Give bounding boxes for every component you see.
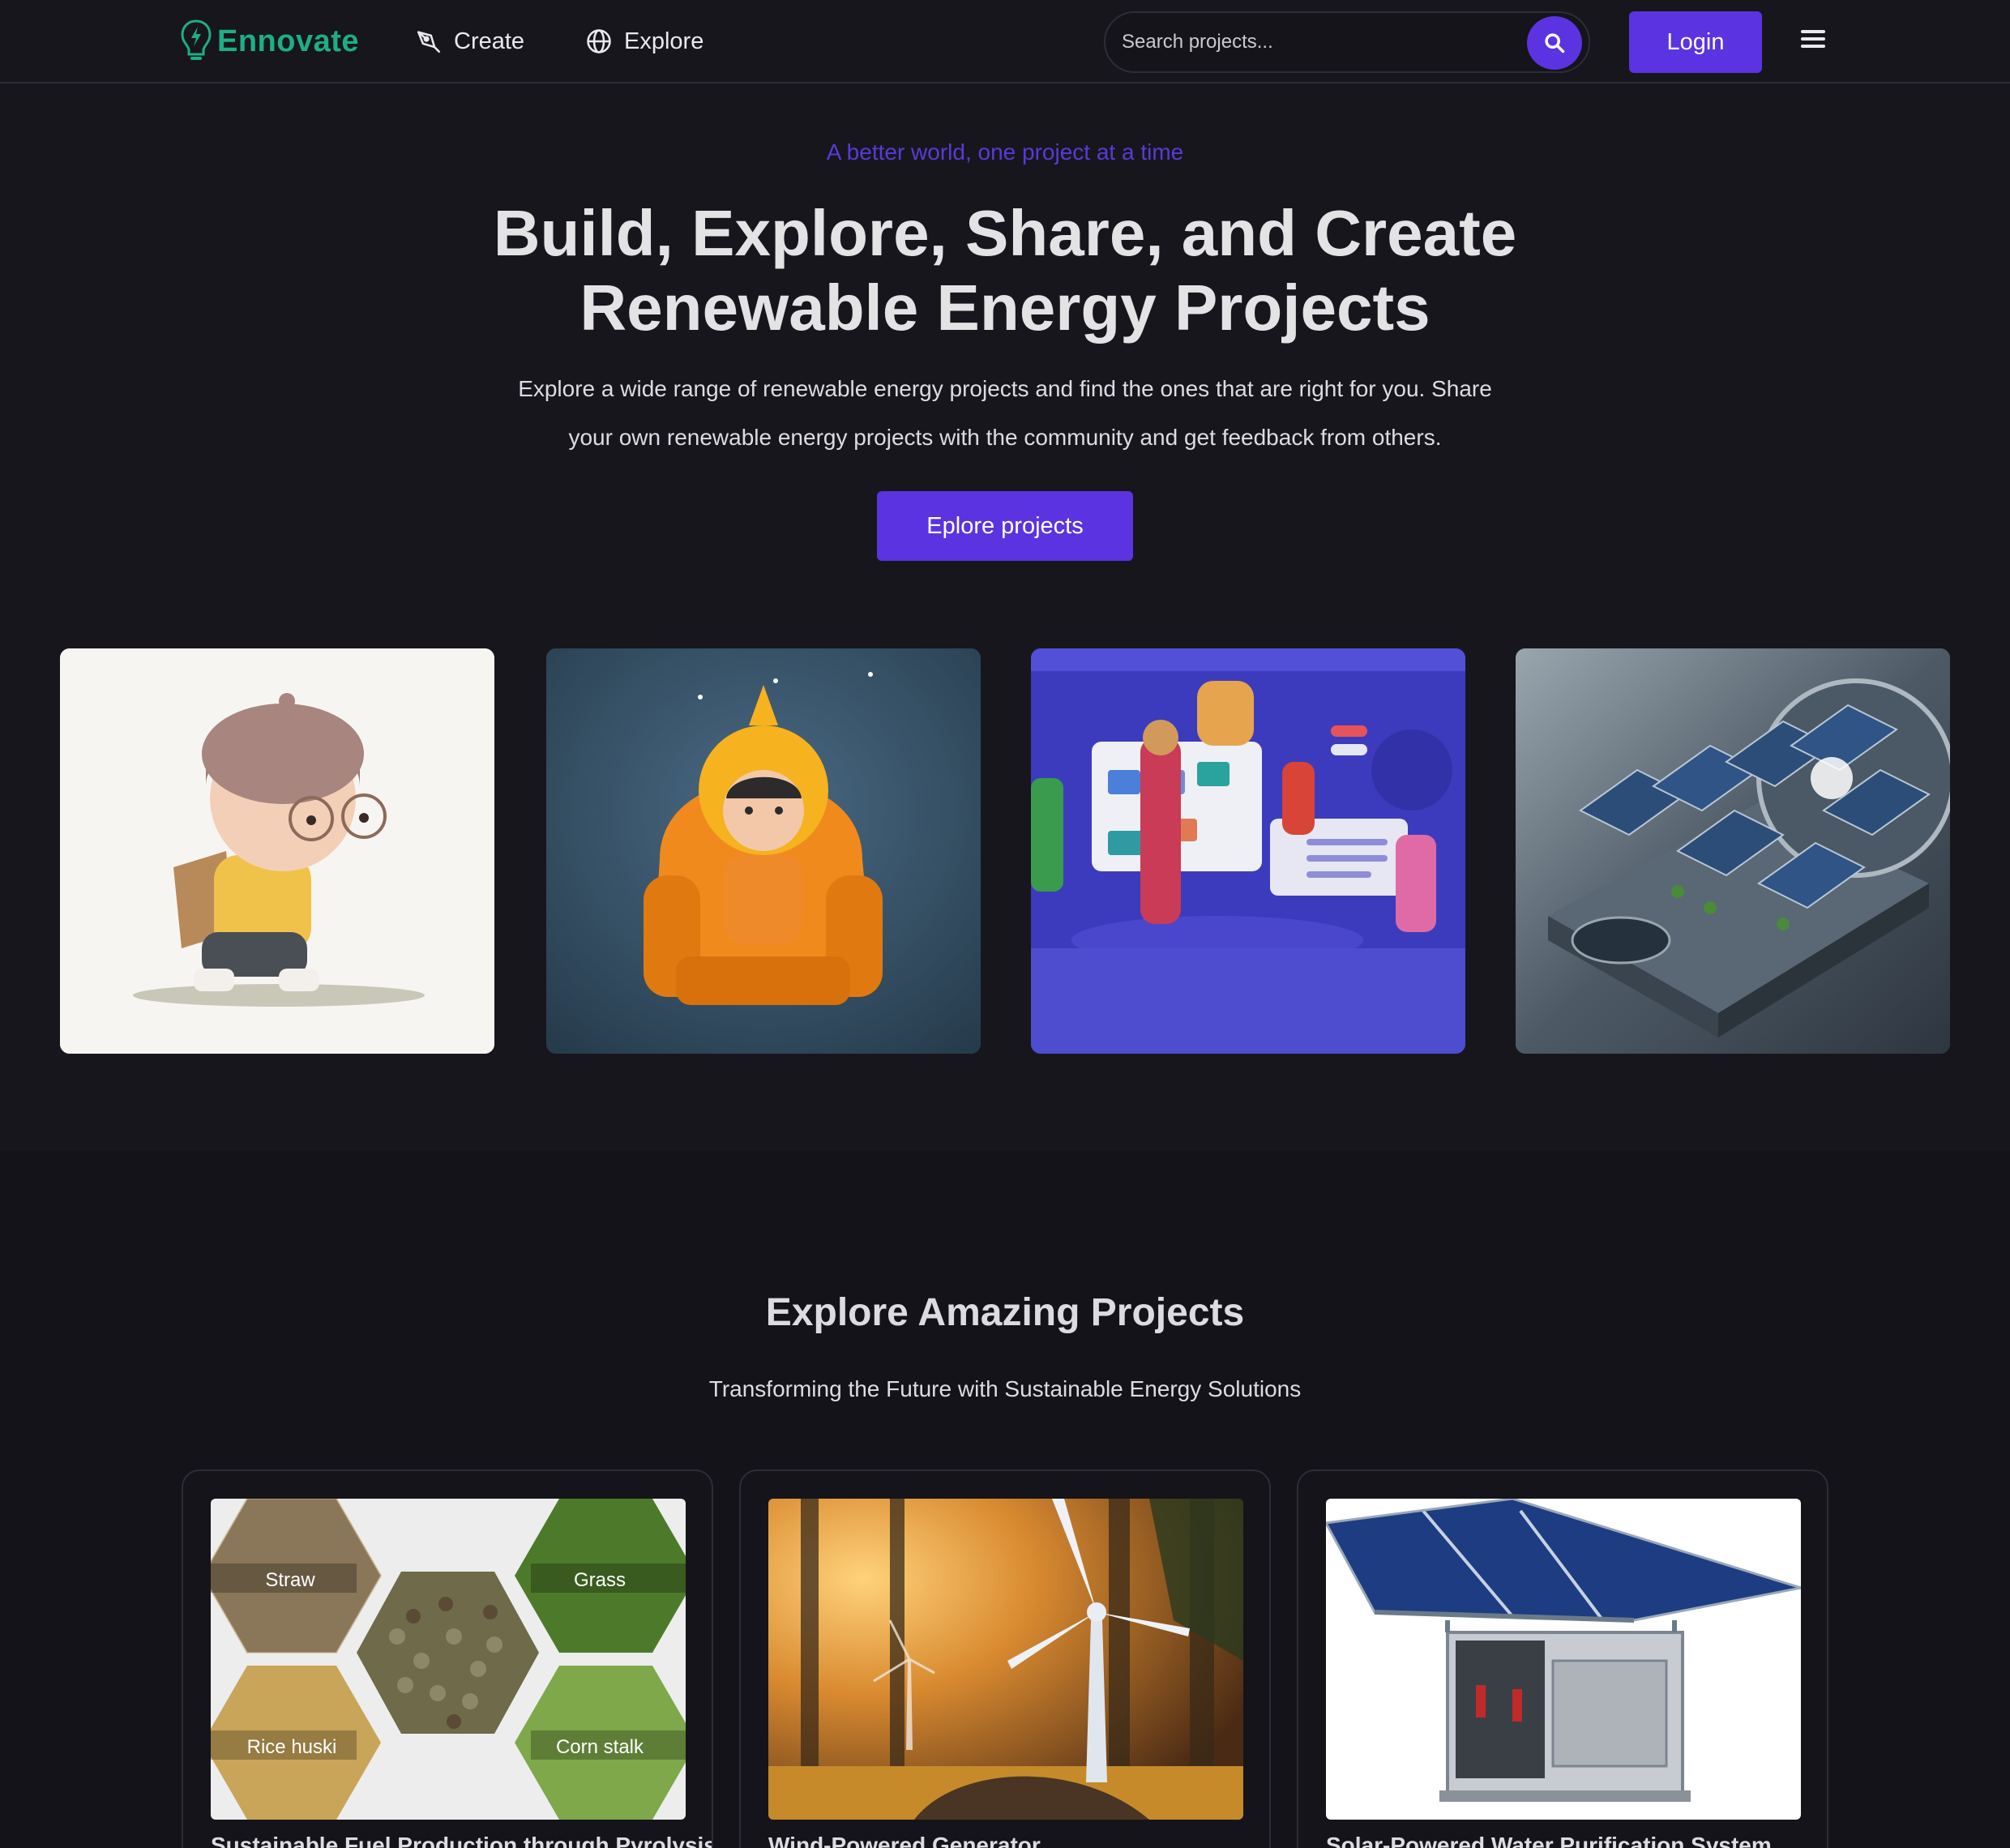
hero-subtitle-line2: your own renewable energy projects with …	[568, 425, 1442, 450]
search-icon	[1545, 33, 1565, 53]
search-input[interactable]	[1122, 23, 1478, 62]
login-button[interactable]: Login	[1629, 11, 1762, 73]
gallery-image-team-collaboration	[1031, 648, 1465, 1054]
kid-with-backpack-illustration	[60, 648, 494, 1054]
projects-section: Explore Amazing Projects Transforming th…	[0, 1151, 2010, 1848]
project-image-biomass: Straw Grass Rice huski Corn stalk	[211, 1499, 686, 1820]
globe-icon	[587, 29, 611, 53]
hero-title-line1: Build, Explore, Share, and Create	[493, 197, 1517, 269]
brand-name: Ennovate	[217, 24, 360, 58]
nav-create-label: Create	[454, 28, 525, 54]
hero-title: Build, Explore, Share, and Create Renewa…	[276, 196, 1734, 345]
biomass-label-corn-stalk: Corn stalk	[556, 1736, 644, 1758]
hero-tagline: A better world, one project at a time	[826, 139, 1184, 165]
project-card-title: Solar-Powered Water Purification System	[1326, 1833, 1772, 1848]
explore-projects-button[interactable]: Eplore projects	[877, 491, 1133, 561]
navbar: Ennovate Create Explore Login	[0, 0, 2010, 83]
biomass-label-rice-husk: Rice huski	[247, 1736, 337, 1758]
project-image-wind-turbine	[768, 1499, 1243, 1820]
project-card-pyrolysis[interactable]: Straw Grass Rice huski Corn stalk Sustai…	[182, 1469, 713, 1848]
kid-in-armchair-illustration	[546, 648, 981, 1054]
biomass-label-grass: Grass	[574, 1569, 626, 1591]
projects-section-title: Explore Amazing Projects	[765, 1291, 1245, 1334]
project-card-title: Sustainable Fuel Production through Pyro…	[211, 1833, 713, 1848]
pen-tool-icon	[417, 31, 441, 53]
hero-subtitle: Explore a wide range of renewable energy…	[438, 365, 1572, 462]
biomass-label-straw: Straw	[265, 1569, 315, 1591]
gallery-image-kid-armchair	[546, 648, 981, 1054]
projects-section-subtitle: Transforming the Future with Sustainable…	[708, 1376, 1302, 1401]
project-image-solar-purifier	[1326, 1499, 1801, 1820]
solar-water-purifier-image	[1326, 1499, 1801, 1820]
wind-turbine-forest-image	[768, 1499, 1243, 1820]
hamburger-menu-icon[interactable]	[1798, 26, 1828, 58]
gallery-image-solar-circuit	[1516, 648, 1950, 1054]
project-card-solar-water[interactable]: Solar-Powered Water Purification System	[1297, 1469, 1828, 1848]
brand-logo[interactable]: Ennovate	[180, 15, 359, 68]
hero-title-line2: Renewable Energy Projects	[579, 272, 1431, 344]
nav-explore-link[interactable]: Explore	[585, 23, 704, 60]
lightbulb-logo-icon	[181, 19, 212, 60]
project-card-title: Wind-Powered Generator	[768, 1833, 1041, 1848]
project-card-wind[interactable]: Wind-Powered Generator	[739, 1469, 1271, 1848]
search-button[interactable]	[1527, 16, 1582, 70]
search-bar	[1104, 11, 1590, 73]
solar-circuit-illustration	[1516, 648, 1950, 1054]
team-collaboration-illustration	[1031, 648, 1465, 1054]
gallery-image-kid-backpack	[60, 648, 494, 1054]
nav-create-link[interactable]: Create	[415, 23, 524, 60]
biomass-hexagons-image: Straw Grass Rice huski Corn stalk	[211, 1499, 686, 1820]
hero-subtitle-line1: Explore a wide range of renewable energy…	[518, 376, 1492, 401]
nav-explore-label: Explore	[624, 28, 704, 54]
